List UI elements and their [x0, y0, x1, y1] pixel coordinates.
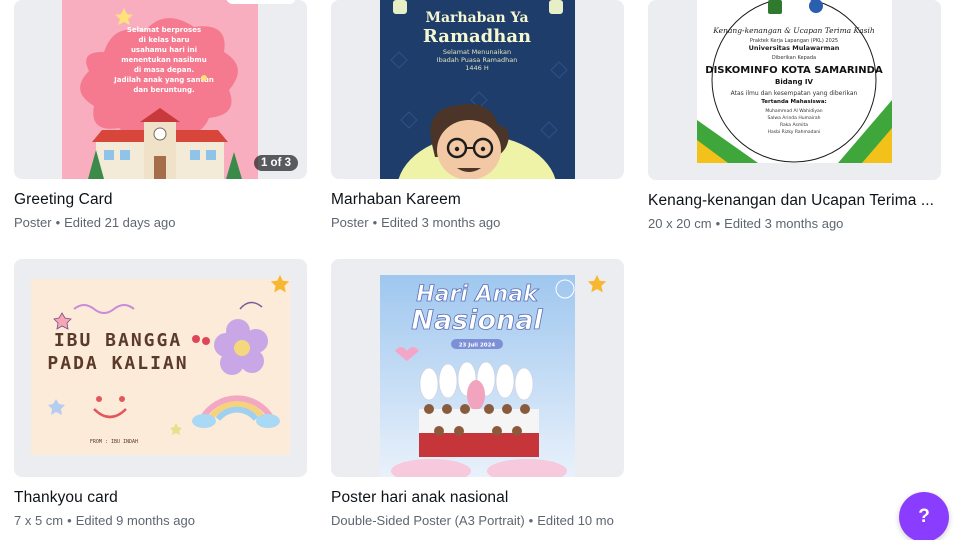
design-title[interactable]: Kenang-kenangan dan Ucapan Terima ...	[648, 192, 938, 210]
svg-text:Marhaban Ya: Marhaban Ya	[425, 10, 528, 26]
design-thumbnail[interactable]: Kenang-kenangan & Ucapan Terima Kasih Pr…	[648, 0, 941, 180]
design-thumbnail[interactable]: Hari Anak Nasional 23 Juli 2024	[331, 259, 624, 477]
design-meta: Double-Sided Poster (A3 Portrait) • Edited…	[331, 513, 624, 528]
svg-text:Jadilah anak yang santun: Jadilah anak yang santun	[113, 76, 214, 84]
design-edited: Edited 3 months ago	[381, 215, 501, 230]
svg-text:Tertanda Mahasiswa:: Tertanda Mahasiswa:	[761, 99, 827, 105]
svg-text:Selamat berproses: Selamat berproses	[127, 26, 201, 34]
design-type: 7 x 5 cm	[14, 513, 64, 528]
svg-text:IBU BANGGA: IBU BANGGA	[54, 330, 182, 351]
separator-dot: •	[55, 215, 61, 230]
svg-text:Atas ilmu dan kesempatan yang: Atas ilmu dan kesempatan yang diberikan	[731, 90, 858, 97]
svg-text:usahamu hari ini: usahamu hari ini	[131, 46, 197, 54]
design-thumbnail[interactable]: Marhaban Ya Ramadhan Selamat Menunaikan …	[331, 0, 624, 179]
svg-text:Kenang-kenangan & Ucapan Terim: Kenang-kenangan & Ucapan Terima Kasih	[712, 26, 875, 35]
design-type: 20 x 20 cm	[648, 216, 712, 231]
marhaban-poster-preview: Marhaban Ya Ramadhan Selamat Menunaikan …	[380, 0, 575, 179]
separator-dot: •	[372, 215, 378, 230]
design-type: Poster	[331, 215, 369, 230]
design-edited: Edited 21 days ago	[64, 215, 176, 230]
svg-text:DISKOMINFO KOTA SAMARINDA: DISKOMINFO KOTA SAMARINDA	[705, 65, 883, 76]
design-thumbnail[interactable]: IBU BANGGA PADA KALIAN FROM : IBU INDAH	[14, 259, 307, 477]
svg-text:dan beruntung.: dan beruntung.	[133, 86, 194, 94]
svg-text:Universitas Mulawarman: Universitas Mulawarman	[749, 44, 840, 52]
svg-text:Salwa Arinda Humairah: Salwa Arinda Humairah	[768, 115, 821, 121]
design-title[interactable]: Greeting Card	[14, 191, 307, 209]
certificate-preview: Kenang-kenangan & Ucapan Terima Kasih Pr…	[697, 0, 892, 163]
star-icon[interactable]	[269, 273, 291, 295]
design-meta: 20 x 20 cm • Edited 3 months ago	[648, 216, 948, 231]
svg-text:menentukan nasibmu: menentukan nasibmu	[121, 56, 206, 64]
help-button[interactable]: ?	[899, 492, 949, 540]
separator-dot: •	[528, 513, 534, 528]
design-type: Double-Sided Poster (A3 Portrait)	[331, 513, 525, 528]
svg-text:Ramadhan: Ramadhan	[423, 26, 531, 47]
hari-anak-poster-preview: Hari Anak Nasional 23 Juli 2024	[380, 275, 575, 477]
svg-text:1446 H: 1446 H	[465, 64, 489, 72]
design-edited: Edited 9 months ago	[75, 513, 195, 528]
design-edited: Edited 10 mo	[537, 513, 614, 528]
design-meta: Poster • Edited 3 months ago	[331, 215, 631, 230]
thankyou-card-preview: IBU BANGGA PADA KALIAN FROM : IBU INDAH	[31, 279, 290, 455]
design-title[interactable]: Marhaban Kareem	[331, 191, 624, 209]
svg-text:Selamat Menunaikan: Selamat Menunaikan	[443, 48, 511, 56]
design-edited: Edited 3 months ago	[724, 216, 844, 231]
svg-text:Nasional: Nasional	[411, 305, 543, 336]
design-title[interactable]: Thankyou card	[14, 489, 307, 507]
separator-dot: •	[67, 513, 72, 528]
design-meta: Poster • Edited 21 days ago	[14, 215, 314, 230]
svg-text:Diberikan Kepada: Diberikan Kepada	[772, 55, 816, 61]
svg-text:di masa depan.: di masa depan.	[134, 66, 194, 74]
design-title[interactable]: Poster hari anak nasional	[331, 489, 624, 507]
greeting-card-preview: Selamat berproses di kelas baru usahamu …	[62, 0, 296, 179]
svg-text:Ibadah Puasa Ramadhan: Ibadah Puasa Ramadhan	[437, 56, 518, 64]
svg-text:Raka Asmita: Raka Asmita	[780, 122, 808, 128]
svg-text:23 Juli 2024: 23 Juli 2024	[459, 343, 496, 349]
help-icon: ?	[918, 506, 930, 527]
svg-text:PADA KALIAN: PADA KALIAN	[47, 353, 188, 374]
page-count-badge: 1 of 3	[253, 155, 298, 171]
svg-text:Hasbi Rizky Rahmadani: Hasbi Rizky Rahmadani	[768, 129, 821, 135]
svg-text:di kelas baru: di kelas baru	[139, 36, 190, 44]
svg-text:Bidang IV: Bidang IV	[775, 78, 814, 86]
svg-text:Hari Anak: Hari Anak	[416, 282, 539, 307]
design-thumbnail[interactable]: Selamat berproses di kelas baru usahamu …	[14, 0, 307, 179]
design-type: Poster	[14, 215, 52, 230]
svg-text:FROM : IBU INDAH: FROM : IBU INDAH	[90, 439, 138, 445]
star-icon[interactable]	[586, 273, 608, 295]
separator-dot: •	[715, 216, 721, 231]
design-meta: 7 x 5 cm • Edited 9 months ago	[14, 513, 314, 528]
svg-text:Muhammad Al Wahidiyan: Muhammad Al Wahidiyan	[765, 108, 822, 114]
